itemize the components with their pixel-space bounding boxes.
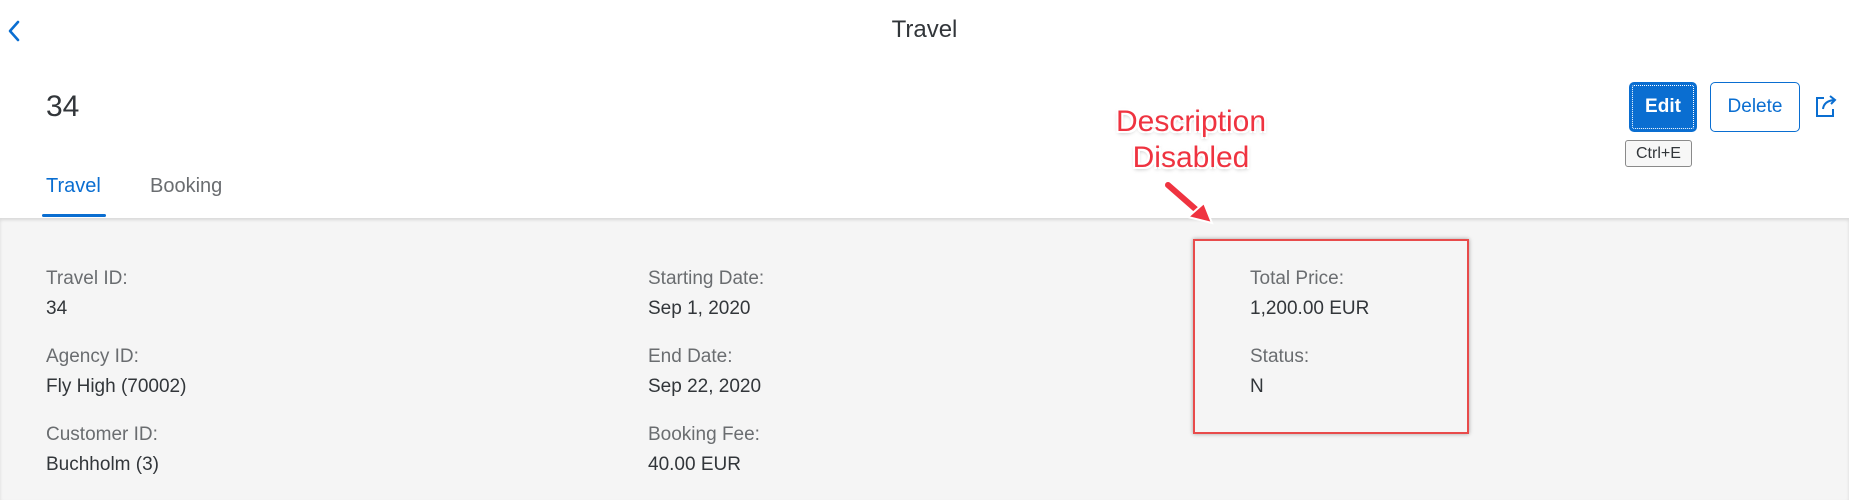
field-agency-id: Agency ID: Fly High (70002)	[46, 346, 186, 398]
annotation-line-1: Description	[1115, 105, 1267, 138]
field-end-date: End Date: Sep 22, 2020	[648, 346, 761, 398]
tab-travel[interactable]: Travel	[46, 175, 101, 198]
shell-bar: Travel	[0, 0, 1849, 62]
travel-section: Travel ID: 34 Agency ID: Fly High (70002…	[0, 218, 1849, 500]
object-header: 34 Edit Delete Ctrl+E Travel Booking	[0, 62, 1849, 218]
field-value: Fly High (70002)	[46, 376, 187, 397]
edit-shortcut-tooltip: Ctrl+E	[1625, 140, 1692, 167]
field-booking-fee: Booking Fee: 40.00 EUR	[648, 424, 760, 476]
field-label: Starting Date:	[648, 268, 765, 289]
field-label: Customer ID:	[46, 424, 158, 445]
field-label: Agency ID:	[46, 346, 139, 367]
annotation-line-2: Disabled	[1132, 141, 1250, 174]
object-title: 34	[46, 90, 80, 123]
field-travel-id: Travel ID: 34	[46, 268, 128, 320]
app-title: Travel	[891, 16, 958, 43]
field-value: Buchholm (3)	[46, 454, 159, 475]
field-value: 34	[46, 298, 68, 319]
field-starting-date: Starting Date: Sep 1, 2020	[648, 268, 764, 320]
field-value: Sep 1, 2020	[648, 298, 751, 319]
edit-button[interactable]: Edit	[1629, 82, 1697, 132]
field-label: Travel ID:	[46, 268, 128, 289]
share-icon	[1816, 95, 1837, 117]
field-label: Booking Fee:	[648, 424, 760, 445]
field-value: Sep 22, 2020	[648, 376, 762, 397]
tab-booking[interactable]: Booking	[150, 175, 222, 198]
annotation-highlight-box	[1193, 239, 1469, 434]
field-label: End Date:	[648, 346, 733, 367]
field-customer-id: Customer ID: Buchholm (3)	[46, 424, 159, 476]
selected-tab-indicator	[42, 214, 106, 217]
delete-button[interactable]: Delete	[1710, 82, 1800, 132]
annotation-label: Description Disabled	[1086, 104, 1296, 176]
annotation-arrow-icon	[1163, 180, 1214, 225]
header-actions: Edit Delete Ctrl+E	[1625, 82, 1849, 167]
share-button[interactable]	[1814, 94, 1838, 120]
field-value: 40.00 EUR	[648, 454, 741, 475]
